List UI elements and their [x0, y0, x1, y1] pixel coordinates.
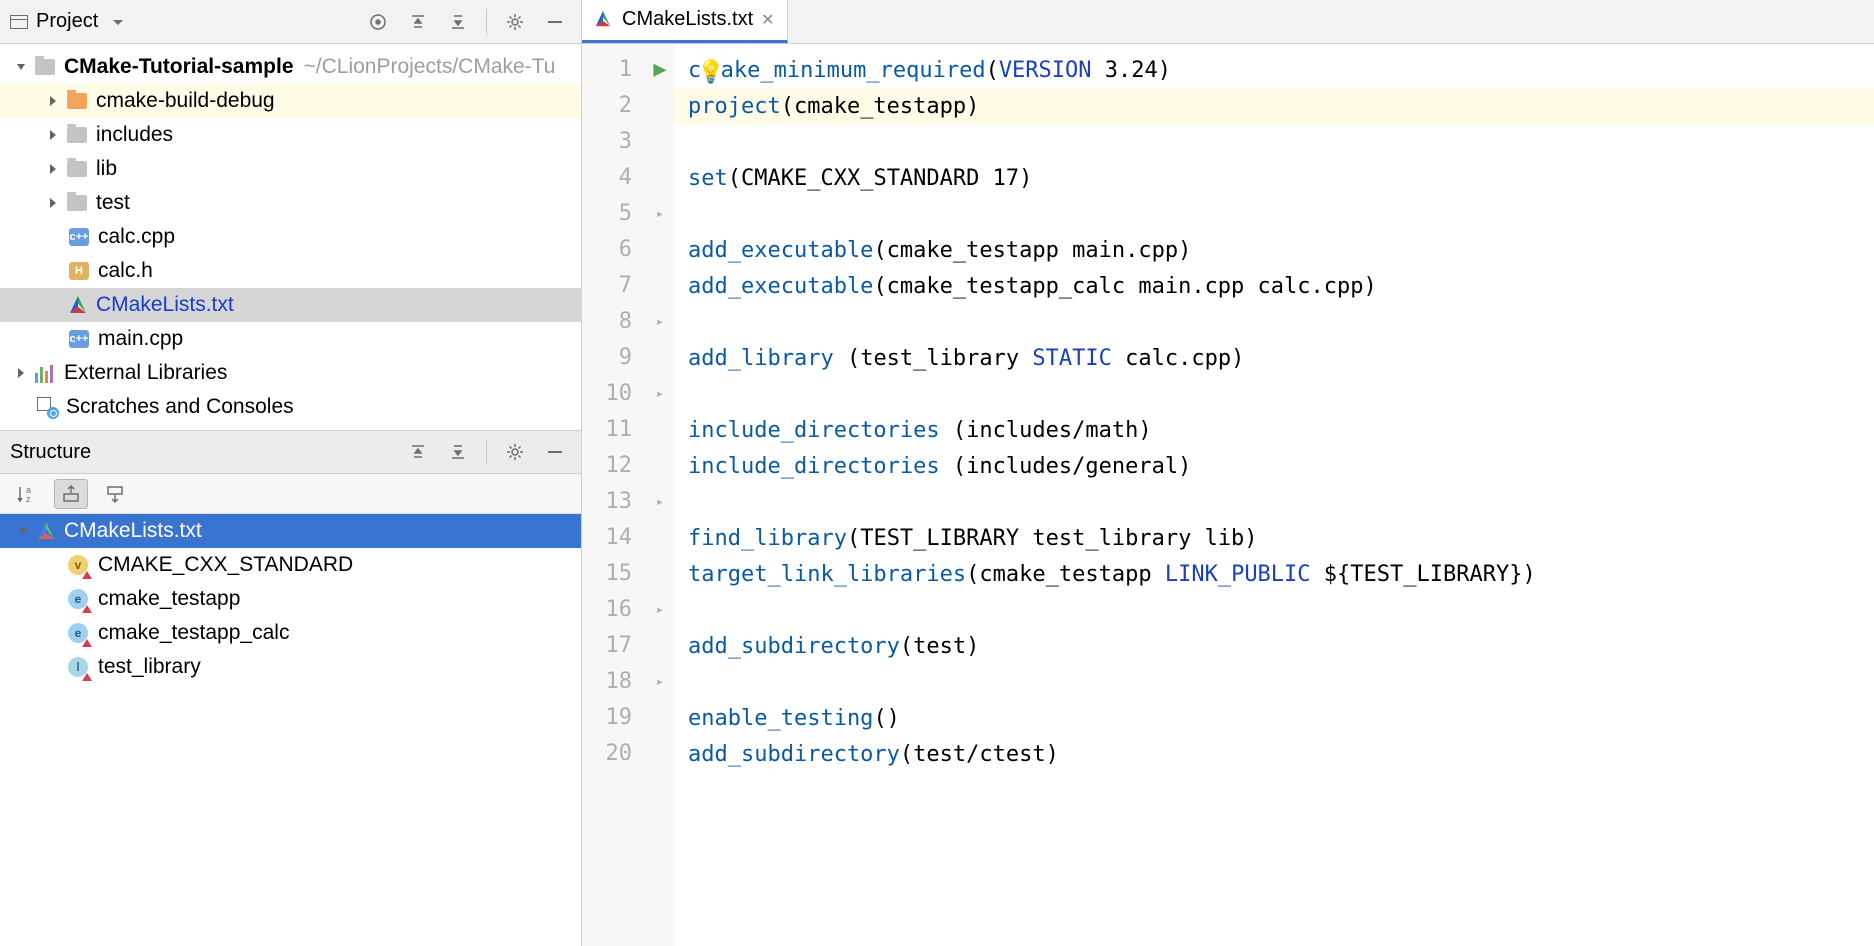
tree-row-cmakelists[interactable]: CMakeLists.txt [0, 288, 581, 322]
cmake-file-icon [594, 10, 614, 30]
autoscroll-from-source-icon[interactable] [98, 479, 132, 509]
code-editor[interactable]: 1234567891011121314151617181920 ▶▸▸▸▸▸▸ … [582, 44, 1874, 946]
external-libraries-icon [34, 362, 56, 384]
tree-row-lib[interactable]: lib [0, 152, 581, 186]
tree-row-cmake-build-debug[interactable]: cmake-build-debug [0, 84, 581, 118]
tree-row-external-libraries[interactable]: External Libraries [0, 356, 581, 390]
executable-icon: e [68, 623, 88, 643]
scratches-icon [36, 396, 58, 418]
folder-icon [34, 56, 56, 78]
select-opened-file-icon[interactable] [362, 6, 394, 38]
sort-alpha-icon[interactable]: az [10, 479, 44, 509]
cmake-file-icon [68, 295, 88, 315]
project-panel-title: Project [36, 10, 98, 33]
chevron-right-icon[interactable] [44, 160, 62, 178]
chevron-right-icon[interactable] [12, 364, 30, 382]
run-gutter-icon[interactable]: ▶ [653, 52, 666, 88]
project-tree[interactable]: CMake-Tutorial-sample ~/CLionProjects/CM… [0, 44, 581, 430]
structure-item[interactable]: v CMAKE_CXX_STANDARD [0, 548, 581, 582]
structure-item[interactable]: e cmake_testapp_calc [0, 616, 581, 650]
expand-all-icon[interactable] [402, 6, 434, 38]
settings-icon[interactable] [499, 6, 531, 38]
editor-pane: CMakeLists.txt ✕ 12345678910111213141516… [582, 0, 1874, 946]
cpp-file-icon: c++ [68, 328, 90, 350]
intention-bulb-icon[interactable]: 💡 [697, 60, 724, 85]
close-tab-icon[interactable]: ✕ [761, 10, 774, 30]
cpp-file-icon: c++ [68, 226, 90, 248]
collapse-all-icon[interactable] [442, 436, 474, 468]
executable-icon: e [68, 589, 88, 609]
fold-gutter-icon[interactable]: ▸ [656, 304, 664, 340]
project-view-selector[interactable] [112, 10, 124, 33]
editor-tab[interactable]: CMakeLists.txt ✕ [582, 0, 788, 43]
fold-gutter-icon[interactable]: ▸ [656, 592, 664, 628]
tree-row-test[interactable]: test [0, 186, 581, 220]
project-view-icon [10, 15, 28, 29]
project-panel-header: Project [0, 0, 581, 44]
hide-panel-icon[interactable] [539, 436, 571, 468]
cmake-file-icon [36, 521, 56, 541]
tree-root-name: CMake-Tutorial-sample [64, 55, 294, 79]
fold-gutter-icon[interactable]: ▸ [656, 664, 664, 700]
fold-gutter-icon[interactable]: ▸ [656, 484, 664, 520]
tree-row-calc-h[interactable]: H calc.h [0, 254, 581, 288]
folder-icon [66, 192, 88, 214]
chevron-right-icon[interactable] [44, 126, 62, 144]
collapse-all-icon[interactable] [442, 6, 474, 38]
settings-icon[interactable] [499, 436, 531, 468]
expand-all-icon[interactable] [402, 436, 434, 468]
fold-gutter-icon[interactable]: ▸ [656, 376, 664, 412]
chevron-down-icon[interactable] [12, 58, 30, 76]
chevron-right-icon[interactable] [44, 92, 62, 110]
header-file-icon: H [68, 260, 90, 282]
structure-panel-title: Structure [10, 441, 91, 464]
variable-icon: v [68, 555, 88, 575]
fold-gutter-icon[interactable]: ▸ [656, 196, 664, 232]
gutter-icon-column: ▶ ▸ ▸ ▸ ▸ ▸ ▸ [646, 44, 674, 946]
tree-row-scratches[interactable]: Scratches and Consoles [0, 390, 581, 424]
tree-row-main-cpp[interactable]: c++ main.cpp [0, 322, 581, 356]
folder-icon [66, 124, 88, 146]
tree-root-path: ~/CLionProjects/CMake-Tu [304, 55, 556, 79]
structure-toolbar: az [0, 474, 581, 514]
autoscroll-to-source-icon[interactable] [54, 479, 88, 509]
svg-text:z: z [26, 494, 31, 504]
ide-window: Project CMake-Tutorial-sample ~/CLionPro… [0, 0, 1874, 946]
tree-row-includes[interactable]: includes [0, 118, 581, 152]
library-icon: l [68, 657, 88, 677]
structure-panel-header: Structure [0, 430, 581, 474]
left-sidebar: Project CMake-Tutorial-sample ~/CLionPro… [0, 0, 582, 946]
structure-item[interactable]: e cmake_testapp [0, 582, 581, 616]
tree-row-calc-cpp[interactable]: c++ calc.cpp [0, 220, 581, 254]
tree-root-row[interactable]: CMake-Tutorial-sample ~/CLionProjects/CM… [0, 50, 581, 84]
chevron-down-icon[interactable] [14, 522, 32, 540]
hide-panel-icon[interactable] [539, 6, 571, 38]
folder-icon [66, 90, 88, 112]
line-number-gutter: 1234567891011121314151617181920 [582, 44, 646, 946]
chevron-right-icon[interactable] [44, 194, 62, 212]
structure-tree[interactable]: CMakeLists.txt v CMAKE_CXX_STANDARD e cm… [0, 514, 581, 946]
code-area[interactable]: c💡ake_minimum_required(VERSION 3.24) pro… [674, 44, 1874, 946]
editor-tabbar: CMakeLists.txt ✕ [582, 0, 1874, 44]
folder-icon [66, 158, 88, 180]
structure-item[interactable]: l test_library [0, 650, 581, 684]
structure-root-row[interactable]: CMakeLists.txt [0, 514, 581, 548]
